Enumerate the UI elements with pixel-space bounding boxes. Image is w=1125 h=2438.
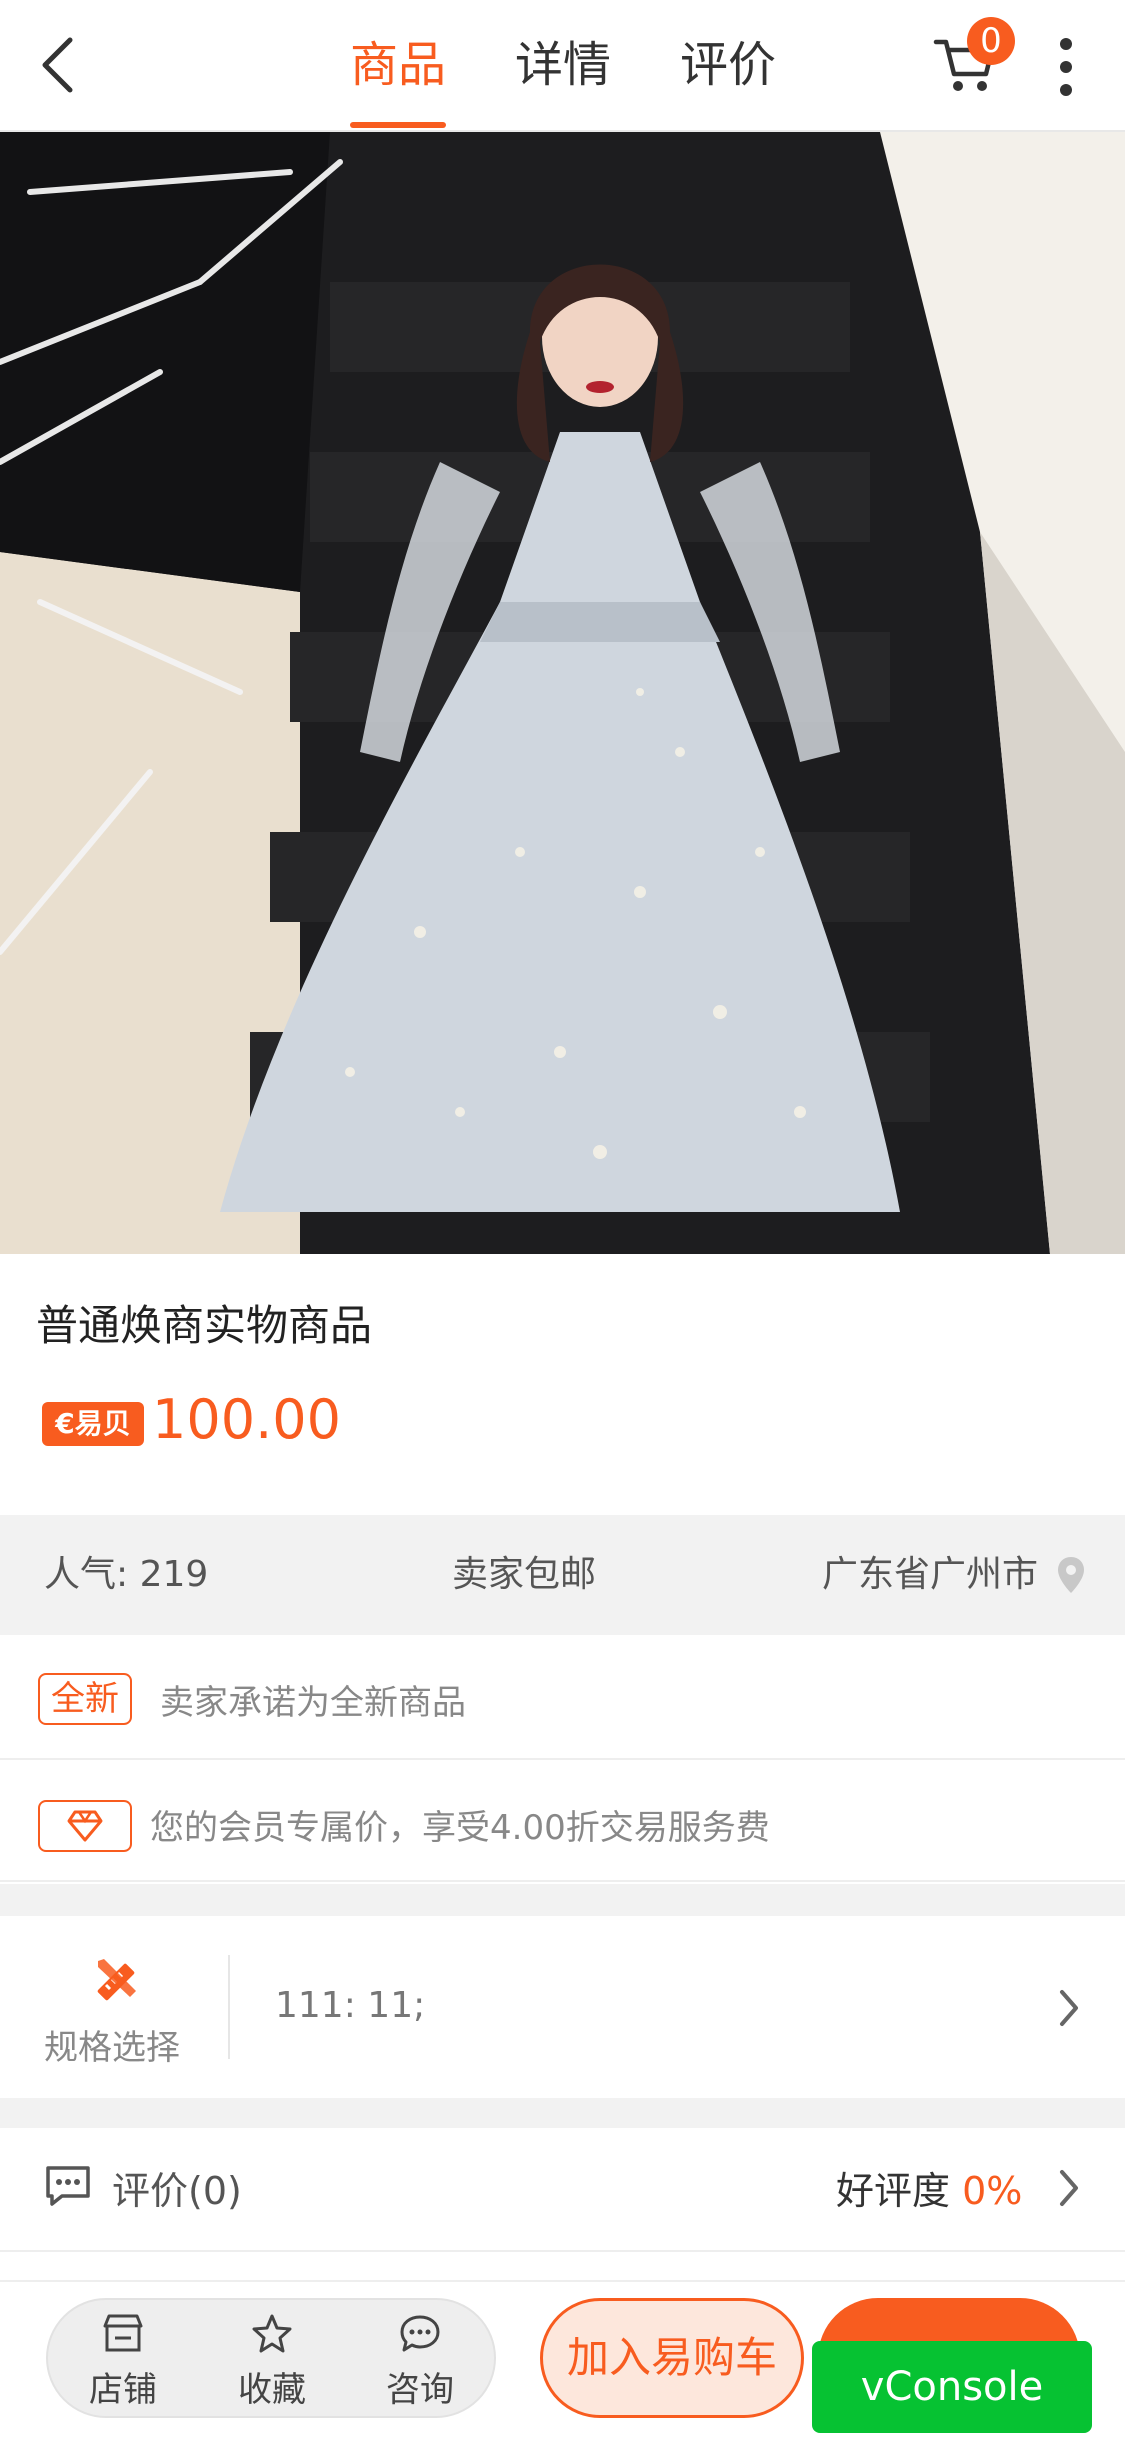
product-price: 100.00: [152, 1388, 341, 1451]
consult-label: 咨询: [386, 2370, 454, 2410]
spec-select-label[interactable]: 规格选择: [44, 2020, 180, 2069]
shop-label: 店铺: [89, 2370, 157, 2410]
tab-details[interactable]: 详情: [515, 30, 611, 100]
member-tag: [38, 1800, 132, 1852]
info-row: 人气: 219 卖家包邮 广东省广州市: [0, 1515, 1125, 1635]
back-arrow-icon[interactable]: [30, 30, 90, 100]
shop-button[interactable]: 店铺: [68, 2312, 178, 2411]
reviews-label[interactable]: 评价(0): [112, 2160, 242, 2215]
product-image[interactable]: [0, 132, 1125, 1254]
consult-button[interactable]: 咨询: [365, 2312, 475, 2411]
divider: [228, 1955, 230, 2059]
active-tab-indicator: [350, 122, 446, 128]
popularity-text: 人气: 219: [44, 1554, 209, 1595]
chevron-right-icon[interactable]: [1056, 1986, 1082, 2030]
vconsole-button[interactable]: vConsole: [812, 2341, 1092, 2433]
location-text: 广东省广州市: [822, 1554, 1039, 1595]
chevron-right-icon[interactable]: [1056, 2166, 1082, 2210]
product-title: 普通焕商实物商品: [36, 1301, 373, 1350]
section-gap: [0, 2098, 1125, 2128]
tab-reviews[interactable]: 评价: [680, 30, 776, 100]
new-condition-tag: 全新: [38, 1673, 132, 1725]
new-promise-text: 卖家承诺为全新商品: [160, 1683, 466, 1723]
pencil-ruler-icon[interactable]: [90, 1955, 142, 2007]
location-pin-icon: [1058, 1557, 1084, 1593]
comment-icon: [46, 2166, 90, 2206]
more-vertical-icon[interactable]: [1056, 34, 1076, 100]
rating-label: 好评度: [836, 2169, 951, 2213]
divider: [0, 1758, 1125, 1760]
member-price-text: 您的会员专属价，享受4.00折交易服务费: [150, 1808, 770, 1848]
section-gap: [0, 1884, 1125, 1916]
chat-bubble-icon: [400, 2315, 440, 2352]
positive-rating[interactable]: 好评度 0%: [836, 2160, 1022, 2215]
favorite-label: 收藏: [238, 2370, 306, 2410]
rating-value: 0%: [962, 2169, 1023, 2213]
spec-value[interactable]: 111: 11;: [275, 1985, 425, 2026]
diamond-icon: [67, 1810, 103, 1842]
add-to-cart-button[interactable]: 加入易购车: [540, 2298, 804, 2418]
cart-count-badge: 0: [967, 17, 1015, 65]
divider: [0, 1880, 1125, 1882]
favorite-button[interactable]: 收藏: [217, 2312, 327, 2411]
store-icon: [103, 2314, 143, 2352]
tab-product[interactable]: 商品: [350, 30, 446, 100]
shipping-text: 卖家包邮: [452, 1554, 597, 1595]
currency-tag: €易贝: [42, 1402, 144, 1446]
divider: [0, 2250, 1125, 2252]
star-icon: [252, 2314, 292, 2353]
